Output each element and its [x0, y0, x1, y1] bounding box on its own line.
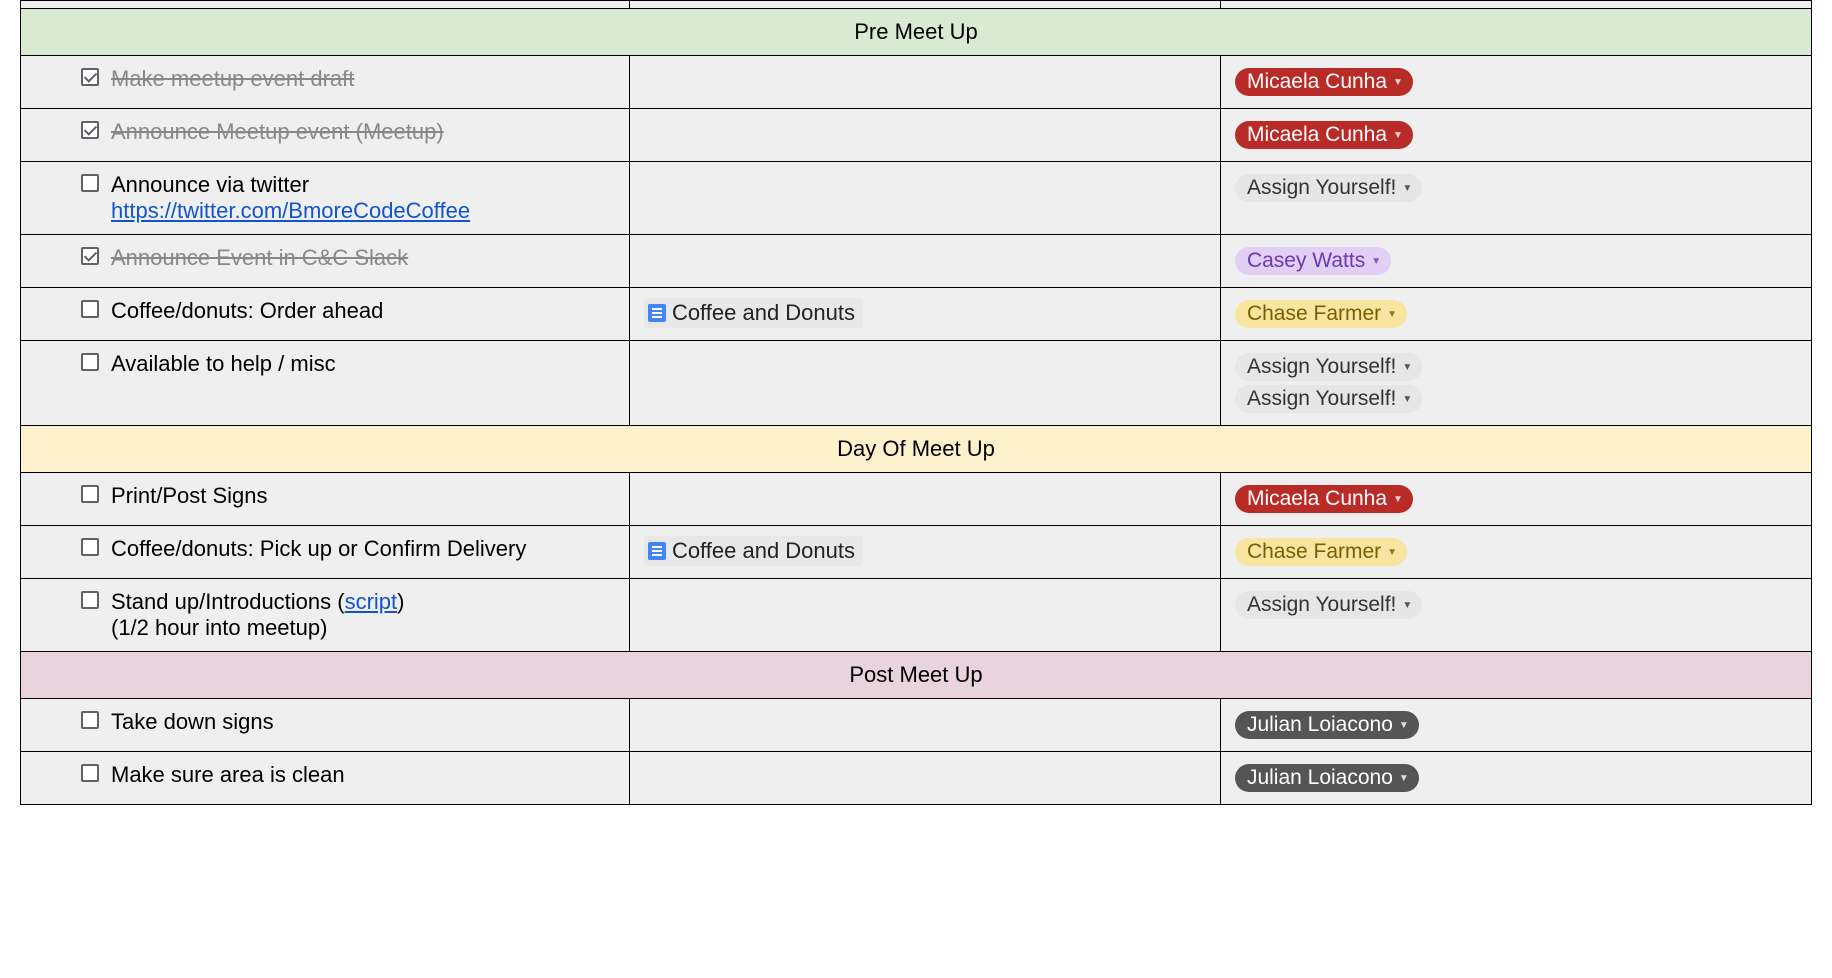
chevron-down-icon: ▼: [1402, 394, 1412, 405]
assignee-chip[interactable]: Assign Yourself! ▼: [1235, 353, 1422, 381]
task-checkbox[interactable]: [81, 711, 99, 729]
table-row: Stand up/Introductions (script)(1/2 hour…: [21, 579, 1812, 652]
assignee-chip[interactable]: Micaela Cunha ▼: [1235, 485, 1413, 513]
task-link[interactable]: https://twitter.com/BmoreCodeCoffee: [111, 198, 470, 223]
chevron-down-icon: ▼: [1387, 547, 1397, 558]
table-row: Take down signs Julian Loiacono ▼: [21, 699, 1812, 752]
chevron-down-icon: ▼: [1393, 77, 1403, 88]
chevron-down-icon: ▼: [1371, 256, 1381, 267]
doc-chip[interactable]: Coffee and Donuts: [644, 536, 863, 566]
task-checkbox[interactable]: [81, 485, 99, 503]
assignee-chip[interactable]: Chase Farmer ▼: [1235, 538, 1407, 566]
task-text: Available to help / misc: [111, 351, 336, 377]
chevron-down-icon: ▼: [1402, 600, 1412, 611]
table-row: Make sure area is clean Julian Loiacono ▼: [21, 752, 1812, 805]
task-text: Take down signs: [111, 709, 274, 735]
chevron-down-icon: ▼: [1399, 720, 1409, 731]
table-row: Print/Post Signs Micaela Cunha ▼: [21, 473, 1812, 526]
task-text: Make sure area is clean: [111, 762, 345, 788]
assignee-chip[interactable]: Micaela Cunha ▼: [1235, 121, 1413, 149]
section-header-day: Day Of Meet Up: [21, 426, 1812, 473]
task-table: Pre Meet Up Make meetup event draft Micael…: [20, 0, 1812, 805]
task-text: Make meetup event draft: [111, 66, 354, 92]
table-row: Announce Meetup event (Meetup) Micaela Cu…: [21, 109, 1812, 162]
assignee-chip[interactable]: Micaela Cunha ▼: [1235, 68, 1413, 96]
assignee-name: Assign Yourself!: [1247, 355, 1396, 379]
task-text: Print/Post Signs: [111, 483, 268, 509]
assignee-name: Julian Loiacono: [1247, 713, 1393, 737]
table-row: Coffee/donuts: Pick up or Confirm Delive…: [21, 526, 1812, 579]
task-checkbox[interactable]: [81, 538, 99, 556]
section-header-post: Post Meet Up: [21, 652, 1812, 699]
task-checkbox[interactable]: [81, 591, 99, 609]
table-row: Available to help / misc Assign Yourself!…: [21, 341, 1812, 426]
task-text: Coffee/donuts: Order ahead: [111, 298, 383, 324]
task-checkbox[interactable]: [81, 764, 99, 782]
document-icon: [648, 542, 666, 560]
chevron-down-icon: ▼: [1402, 362, 1412, 373]
assignee-chip[interactable]: Assign Yourself! ▼: [1235, 174, 1422, 202]
assignee-chip[interactable]: Julian Loiacono ▼: [1235, 711, 1419, 739]
task-text: Announce Event in C&C Slack: [111, 245, 408, 271]
task-checkbox[interactable]: [81, 300, 99, 318]
assignee-name: Assign Yourself!: [1247, 593, 1396, 617]
assignee-name: Casey Watts: [1247, 249, 1365, 273]
chevron-down-icon: ▼: [1402, 183, 1412, 194]
section-title: Pre Meet Up: [21, 9, 1812, 56]
table-row: Make meetup event draft Micaela Cunha ▼: [21, 56, 1812, 109]
doc-chip-label: Coffee and Donuts: [672, 538, 855, 564]
assignee-chip[interactable]: Assign Yourself! ▼: [1235, 591, 1422, 619]
table-row: Announce via twitterhttps://twitter.com/…: [21, 162, 1812, 235]
assignee-name: Chase Farmer: [1247, 540, 1381, 564]
task-text: Announce via twitter: [111, 172, 309, 198]
doc-chip[interactable]: Coffee and Donuts: [644, 298, 863, 328]
assignee-chip[interactable]: Julian Loiacono ▼: [1235, 764, 1419, 792]
task-checkbox[interactable]: [81, 174, 99, 192]
table-row: Announce Event in C&C Slack Casey Watts ▼: [21, 235, 1812, 288]
chevron-down-icon: ▼: [1393, 494, 1403, 505]
assignee-name: Julian Loiacono: [1247, 766, 1393, 790]
assignee-chip[interactable]: Assign Yourself! ▼: [1235, 385, 1422, 413]
assignee-name: Assign Yourself!: [1247, 176, 1396, 200]
table-row: Coffee/donuts: Order ahead Coffee and Don…: [21, 288, 1812, 341]
document-icon: [648, 304, 666, 322]
chevron-down-icon: ▼: [1393, 130, 1403, 141]
task-text: Announce Meetup event (Meetup): [111, 119, 444, 145]
task-subtext: (1/2 hour into meetup): [111, 615, 615, 641]
script-link[interactable]: script: [345, 589, 398, 614]
task-text: Stand up/Introductions (script): [111, 589, 404, 615]
section-title: Day Of Meet Up: [21, 426, 1812, 473]
assignee-name: Micaela Cunha: [1247, 123, 1387, 147]
assignee-name: Chase Farmer: [1247, 302, 1381, 326]
assignee-chip[interactable]: Chase Farmer ▼: [1235, 300, 1407, 328]
assignee-name: Micaela Cunha: [1247, 487, 1387, 511]
assignee-name: Assign Yourself!: [1247, 387, 1396, 411]
doc-chip-label: Coffee and Donuts: [672, 300, 855, 326]
chevron-down-icon: ▼: [1387, 309, 1397, 320]
task-text: Coffee/donuts: Pick up or Confirm Delive…: [111, 536, 526, 562]
section-title: Post Meet Up: [21, 652, 1812, 699]
assignee-name: Micaela Cunha: [1247, 70, 1387, 94]
section-header-pre: Pre Meet Up: [21, 9, 1812, 56]
task-checkbox[interactable]: [81, 121, 99, 139]
assignee-chip[interactable]: Casey Watts ▼: [1235, 247, 1391, 275]
task-checkbox[interactable]: [81, 68, 99, 86]
task-checkbox[interactable]: [81, 247, 99, 265]
chevron-down-icon: ▼: [1399, 773, 1409, 784]
task-checkbox[interactable]: [81, 353, 99, 371]
